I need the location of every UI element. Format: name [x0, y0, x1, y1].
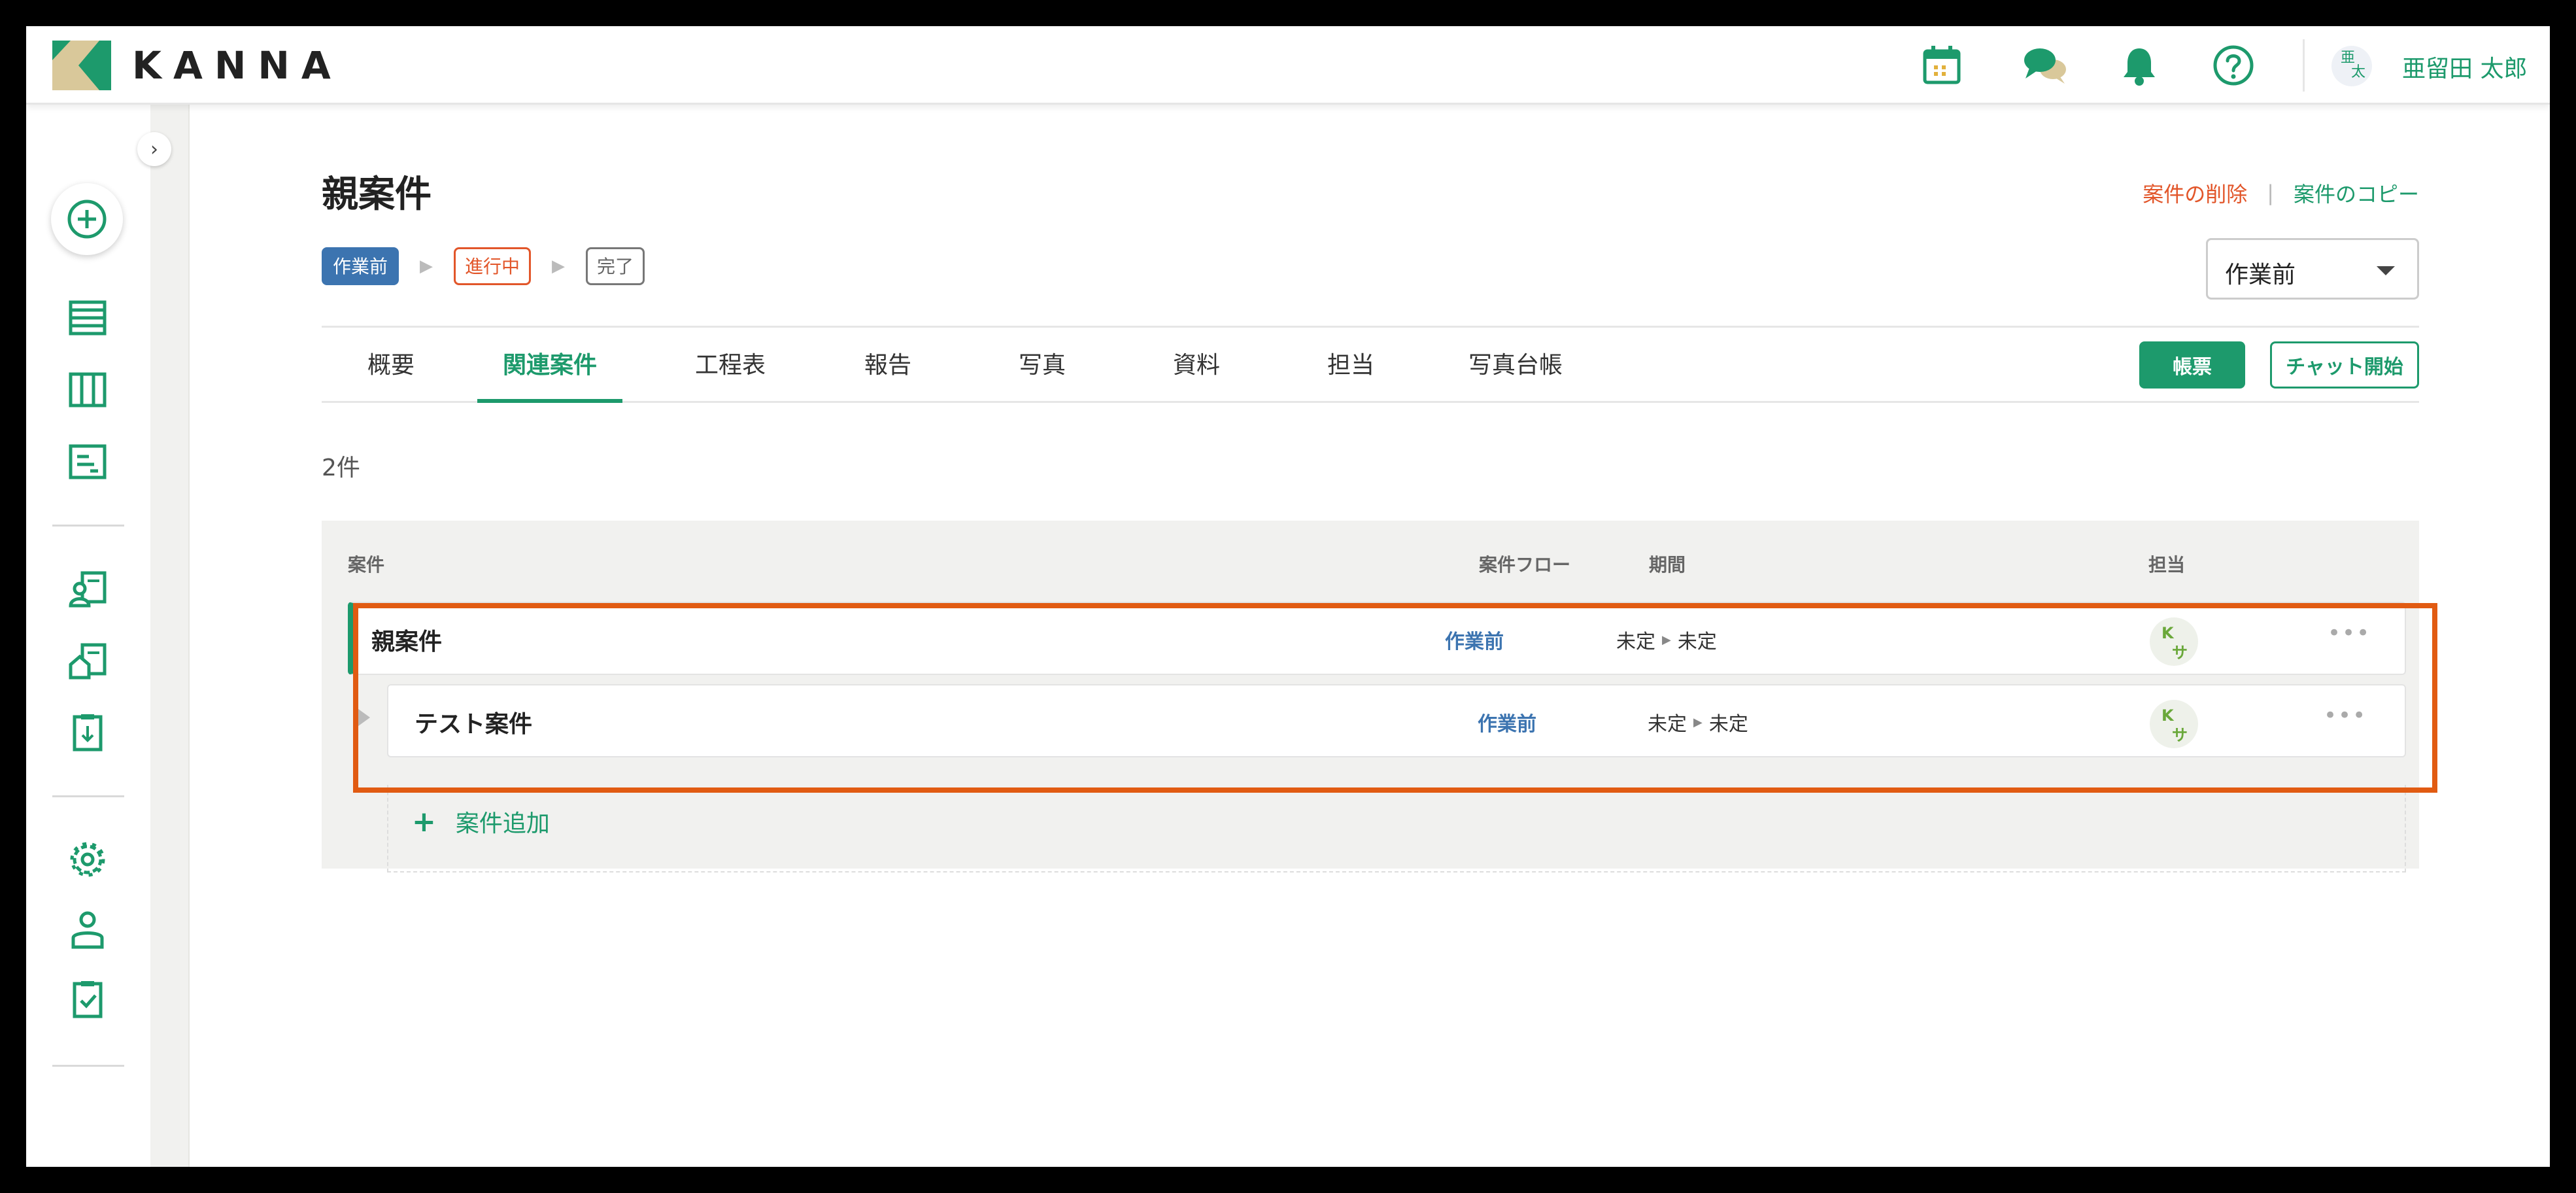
flow-step-complete: 完了	[586, 247, 645, 285]
tab-photos[interactable]: 写真	[996, 328, 1088, 403]
chevron-right-icon: ›	[150, 137, 158, 161]
sidebar-divider	[52, 525, 124, 527]
more-options-icon[interactable]: •••	[2324, 702, 2367, 729]
tab-bar: 概要 関連案件 工程表 報告 写真 資料 担当 写真台帳	[322, 328, 2419, 403]
flow-arrow-icon: ▶	[552, 256, 566, 276]
tab-photo-ledger[interactable]: 写真台帳	[1450, 328, 1581, 403]
avatar-text-bottom: 太	[2351, 64, 2366, 80]
top-header: KANNA 亜 太 亜留田 太郎	[26, 26, 2550, 105]
gear-icon[interactable]	[64, 836, 111, 883]
plus-icon: +	[412, 804, 436, 839]
flow-step-in-progress: 進行中	[454, 247, 532, 285]
case-name[interactable]: テスト案件	[415, 705, 532, 739]
sidebar-divider	[52, 795, 124, 797]
case-name[interactable]: 親案件	[371, 623, 442, 657]
tab-related-cases[interactable]: 関連案件	[477, 328, 622, 403]
column-header-case: 案件	[348, 554, 385, 576]
assignee-avatar[interactable]: K サ	[2150, 700, 2198, 748]
tab-assignees[interactable]: 担当	[1305, 328, 1397, 403]
app-window: KANNA 亜 太 亜留田 太郎 › 親案件 案件の削除 | 案件のコピー 作業…	[26, 26, 2550, 1167]
report-button[interactable]: 帳票	[2139, 341, 2245, 389]
assignee-text-bottom: サ	[2172, 644, 2188, 662]
page-title: 親案件	[322, 173, 432, 216]
sidebar-divider	[52, 1065, 124, 1067]
copy-case-link[interactable]: 案件のコピー	[2294, 178, 2419, 208]
calendar-icon[interactable]	[1918, 42, 1965, 89]
user-name[interactable]: 亜留田 太郎	[2402, 50, 2527, 84]
chat-icon[interactable]	[2022, 42, 2069, 89]
header-divider	[2303, 39, 2305, 92]
add-case-button[interactable]: + 案件追加	[412, 804, 550, 839]
tabs-top-border	[322, 326, 2419, 328]
help-icon[interactable]	[2210, 42, 2257, 89]
sidebar-collapse-strip	[150, 105, 190, 1167]
period-arrow-icon: ▶	[1662, 632, 1671, 647]
case-flow-status: 作業前	[1445, 631, 1504, 653]
tab-overview[interactable]: 概要	[345, 328, 437, 403]
case-actions: 案件の削除 | 案件のコピー	[2143, 178, 2419, 208]
add-case-row	[387, 785, 2406, 873]
action-separator: |	[2267, 181, 2274, 205]
tab-reports[interactable]: 報告	[842, 328, 934, 403]
chevron-down-icon	[2377, 266, 2395, 275]
add-icon	[67, 199, 107, 239]
add-button[interactable]	[51, 183, 123, 255]
assignee-avatar[interactable]: K サ	[2150, 617, 2198, 666]
sidebar-collapse-button[interactable]: ›	[137, 132, 171, 166]
case-flow-status: 作業前	[1478, 713, 1536, 736]
logo-text: KANNA	[132, 43, 343, 88]
column-header-period: 期間	[1649, 554, 1686, 576]
period-end: 未定	[1708, 713, 1748, 736]
status-select-value: 作業前	[2225, 262, 2296, 288]
column-header-assignee: 担当	[2148, 554, 2186, 576]
add-case-label: 案件追加	[455, 810, 550, 837]
bell-icon[interactable]	[2116, 42, 2163, 89]
tab-schedule[interactable]: 工程表	[681, 328, 779, 403]
case-period: 未定 ▶ 未定	[1616, 625, 1717, 654]
period-end: 未定	[1677, 631, 1717, 653]
case-flow: 作業前 ▶ 進行中 ▶ 完了	[322, 247, 645, 285]
board-icon[interactable]	[64, 366, 111, 413]
flow-arrow-icon: ▶	[420, 256, 433, 276]
expand-arrow-icon[interactable]	[358, 709, 370, 726]
assignee-text-bottom: サ	[2172, 726, 2188, 744]
tab-documents[interactable]: 資料	[1151, 328, 1242, 403]
project-house-icon[interactable]	[64, 637, 111, 684]
period-start: 未定	[1616, 631, 1655, 653]
flow-step-before-work: 作業前	[322, 247, 399, 285]
period-start: 未定	[1648, 713, 1687, 736]
project-person-icon[interactable]	[64, 565, 111, 612]
download-clipboard-icon[interactable]	[64, 709, 111, 756]
start-chat-button[interactable]: チャット開始	[2270, 341, 2419, 389]
user-avatar[interactable]: 亜 太	[2331, 46, 2372, 86]
result-count: 2件	[322, 455, 360, 481]
more-options-icon[interactable]: •••	[2328, 620, 2371, 646]
case-period: 未定 ▶ 未定	[1648, 708, 1748, 736]
checklist-icon[interactable]	[64, 976, 111, 1023]
avatar-text-top: 亜	[2341, 50, 2356, 66]
status-select[interactable]: 作業前	[2206, 238, 2419, 300]
user-icon[interactable]	[64, 907, 111, 954]
column-header-flow: 案件フロー	[1479, 554, 1571, 576]
table-row[interactable]: 親案件 作業前 未定 ▶ 未定 K サ •••	[348, 602, 2406, 675]
list-icon[interactable]	[64, 294, 111, 341]
report-icon[interactable]	[64, 438, 111, 485]
kanna-logo-icon[interactable]	[52, 41, 111, 90]
delete-case-link[interactable]: 案件の削除	[2143, 178, 2247, 208]
table-row[interactable]: テスト案件 作業前 未定 ▶ 未定 K サ •••	[387, 684, 2406, 757]
period-arrow-icon: ▶	[1693, 715, 1703, 729]
